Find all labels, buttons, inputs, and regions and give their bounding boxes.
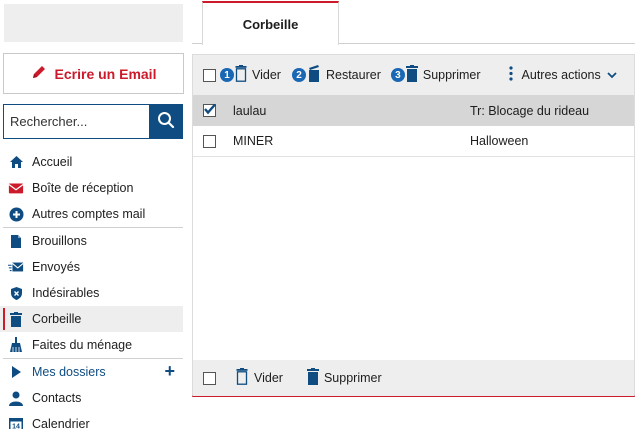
row-checkbox[interactable]	[203, 103, 216, 117]
sidebar-item-label: Boîte de réception	[32, 181, 134, 195]
empty-label: Vider	[254, 371, 283, 385]
sidebar-item-other-accounts[interactable]: Autres comptes mail	[0, 201, 183, 227]
sidebar-item-trash[interactable]: Corbeille	[0, 306, 183, 332]
pencil-icon	[31, 64, 47, 83]
delete-button[interactable]: 3 Supprimer	[390, 65, 481, 85]
message-list: laulau Tr: Blocage du rideau MINER Hallo…	[193, 95, 634, 157]
sidebar-item-label: Autres comptes mail	[32, 207, 146, 221]
sidebar-item-sent[interactable]: Envoyés	[0, 254, 183, 280]
empty-button-bottom[interactable]: Vider	[236, 368, 283, 388]
message-panel: 1 Vider 2 Restaurer 3 Supprimer Autres a…	[192, 54, 635, 397]
empty-label: Vider	[252, 68, 281, 82]
search-button[interactable]	[149, 104, 183, 139]
trash-icon	[8, 311, 24, 327]
trash-outline-icon	[235, 65, 247, 85]
sidebar-item-accueil[interactable]: Accueil	[0, 149, 183, 175]
sidebar-item-label: Accueil	[32, 155, 73, 169]
sidebar-item-label: Contacts	[32, 391, 82, 405]
sidebar-item-label: Calendrier	[32, 417, 90, 429]
row-checkbox[interactable]	[203, 134, 216, 148]
restore-trash-icon	[307, 65, 321, 85]
select-all-checkbox-bottom[interactable]	[203, 371, 216, 385]
calendar-icon: 14	[8, 416, 24, 429]
step-badge: 3	[390, 68, 405, 82]
delete-label: Supprimer	[422, 68, 481, 82]
trash-icon	[306, 368, 319, 388]
envelope-icon	[8, 180, 24, 196]
message-row-selected[interactable]: laulau Tr: Blocage du rideau	[193, 95, 634, 126]
message-row[interactable]: MINER Halloween	[193, 126, 634, 157]
home-icon	[8, 154, 24, 170]
search-box	[3, 104, 183, 139]
message-subject: Halloween	[470, 134, 529, 148]
sidebar-item-label: Indésirables	[32, 286, 100, 300]
add-folder-icon[interactable]: +	[164, 362, 175, 380]
sent-mail-icon	[8, 259, 24, 275]
compose-label: Ecrire un Email	[54, 65, 157, 82]
shield-icon	[8, 285, 24, 301]
sidebar: Ecrire un Email Accueil Boîte de récepti…	[0, 0, 192, 429]
sidebar-nav: Accueil Boîte de réception Autres compte…	[0, 149, 183, 429]
more-actions-label: Autres actions	[521, 68, 601, 82]
checkmark-icon	[204, 103, 216, 115]
toolbar: 1 Vider 2 Restaurer 3 Supprimer Autres a…	[193, 55, 634, 95]
message-sender: MINER	[233, 134, 274, 148]
step-badge: 1	[220, 68, 234, 82]
sidebar-item-my-folders[interactable]: Mes dossiers +	[0, 359, 183, 385]
sidebar-item-drafts[interactable]: Brouillons	[0, 228, 183, 254]
logo-area	[4, 4, 183, 42]
delete-button-bottom[interactable]: Supprimer	[306, 368, 382, 388]
tab-bar: Corbeille	[192, 0, 635, 45]
restore-label: Restaurer	[325, 68, 381, 82]
chevron-down-icon	[607, 68, 617, 82]
tab-trash[interactable]: Corbeille	[202, 1, 339, 45]
vertical-dots-icon	[508, 66, 513, 84]
restore-button[interactable]: 2 Restaurer	[291, 65, 381, 85]
sidebar-item-inbox[interactable]: Boîte de réception	[0, 175, 183, 201]
sidebar-item-label: Corbeille	[32, 312, 82, 326]
sidebar-item-label: Faites du ménage	[32, 338, 133, 352]
search-icon	[157, 111, 175, 132]
message-sender: laulau	[233, 103, 267, 118]
more-actions-menu[interactable]: Autres actions	[508, 66, 617, 84]
sidebar-item-contacts[interactable]: Contacts	[0, 385, 183, 411]
select-all-checkbox[interactable]	[203, 68, 216, 82]
step-badge: 2	[291, 68, 306, 82]
trash-icon	[405, 65, 418, 85]
document-icon	[8, 233, 24, 249]
message-subject: Tr: Blocage du rideau	[470, 103, 590, 118]
caret-right-icon	[8, 364, 24, 380]
person-icon	[8, 390, 24, 406]
sidebar-item-label: Envoyés	[32, 260, 80, 274]
search-input[interactable]	[3, 104, 149, 139]
trash-outline-icon	[236, 368, 248, 388]
sidebar-item-cleanup[interactable]: Faites du ménage	[0, 332, 183, 358]
bottom-toolbar: Vider Supprimer	[193, 360, 634, 396]
delete-label: Supprimer	[323, 371, 382, 385]
sidebar-item-label: Mes dossiers	[32, 365, 106, 379]
empty-button[interactable]: 1 Vider	[220, 65, 281, 85]
calendar-day-number: 14	[12, 424, 20, 429]
sidebar-item-calendar[interactable]: 14 Calendrier	[0, 411, 183, 429]
main-content: Corbeille 1 Vider 2 Restaurer 3 Supprime…	[192, 0, 635, 429]
sidebar-item-spam[interactable]: Indésirables	[0, 280, 183, 306]
sidebar-item-label: Brouillons	[32, 234, 87, 248]
plus-circle-icon	[8, 206, 24, 222]
compose-button[interactable]: Ecrire un Email	[3, 53, 184, 94]
broom-icon	[8, 337, 24, 353]
